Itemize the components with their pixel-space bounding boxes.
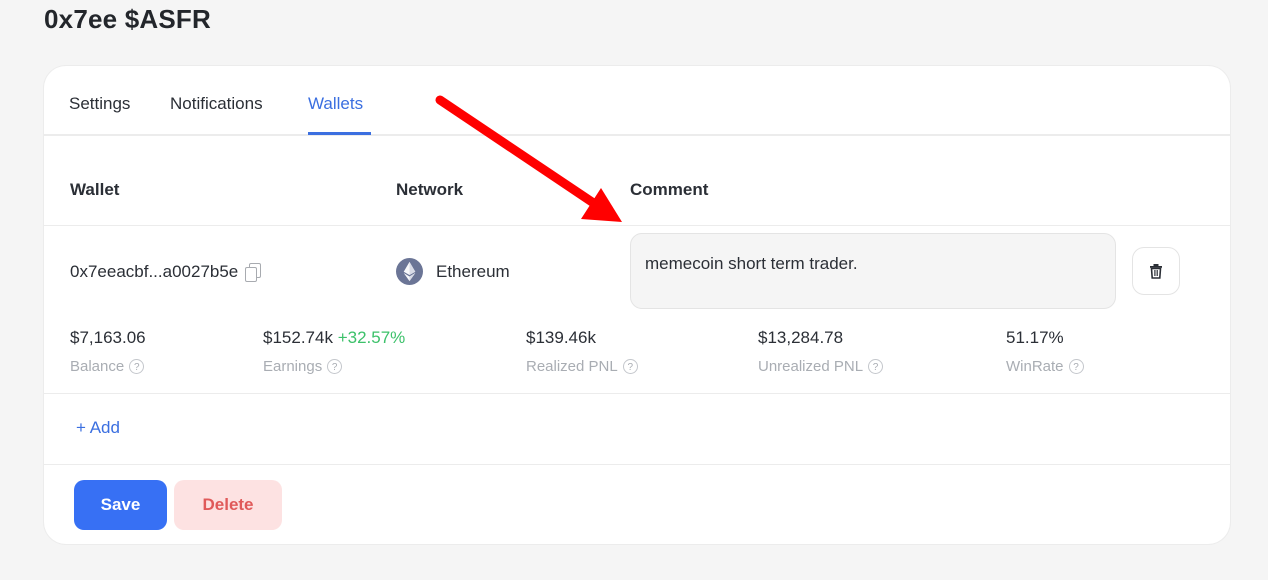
stat-realized-pnl-label: Realized PNL [526,358,618,375]
footer-divider [44,464,1230,465]
save-button[interactable]: Save [74,480,167,530]
wallet-address-text: 0x7eeacbf...a0027b5e [70,262,239,281]
help-icon[interactable]: ? [1068,359,1084,374]
help-icon[interactable]: ? [129,359,145,374]
stat-winrate-value: 51.17% [1006,328,1064,347]
stat-earnings: $152.74k +32.57% Earnings? [263,328,405,375]
stat-realized-pnl: $139.46k Realized PNL? [526,328,638,375]
stat-earnings-label: Earnings [263,358,323,375]
wallet-settings-card: Settings Notifications Wallets Wallet Ne… [44,66,1230,544]
active-tab-indicator [308,132,371,135]
header-divider [44,225,1230,226]
stat-balance-label: Balance [70,358,125,375]
stat-balance-value: $7,163.06 [70,328,146,347]
comment-input[interactable]: memecoin short term trader. [630,233,1116,309]
help-icon[interactable]: ? [327,359,343,374]
stat-balance: $7,163.06 Balance? [70,328,146,375]
column-header-wallet: Wallet [70,180,120,199]
tab-settings[interactable]: Settings [69,94,130,114]
column-header-comment: Comment [630,180,709,199]
trash-icon [1150,264,1162,279]
stats-divider [44,393,1230,394]
network-name: Ethereum [436,261,510,281]
tab-wallets[interactable]: Wallets [308,94,363,114]
wallet-network: Ethereum [396,258,510,285]
stat-unrealized-pnl: $13,284.78 Unrealized PNL? [758,328,884,375]
help-icon[interactable]: ? [868,359,884,374]
stat-realized-pnl-value: $139.46k [526,328,596,347]
help-icon[interactable]: ? [622,359,638,374]
tab-bar: Settings Notifications Wallets [44,66,1230,136]
column-header-network: Network [396,180,464,199]
delete-button[interactable]: Delete [174,480,282,530]
stat-winrate: 51.17% WinRate? [1006,328,1084,375]
ethereum-icon [396,258,423,285]
stat-earnings-value: $152.74k [263,328,333,347]
wallet-address: 0x7eeacbf...a0027b5e [70,262,262,282]
page-title: 0x7ee $ASFR [44,4,211,34]
stat-winrate-label: WinRate [1006,358,1064,375]
copy-icon[interactable] [244,263,262,282]
add-wallet-link[interactable]: + Add [76,418,120,438]
stat-unrealized-pnl-value: $13,284.78 [758,328,844,347]
tab-notifications[interactable]: Notifications [170,94,263,114]
stat-unrealized-pnl-label: Unrealized PNL [758,358,864,375]
delete-wallet-button[interactable] [1132,247,1180,295]
stat-earnings-percent: +32.57% [337,328,406,347]
